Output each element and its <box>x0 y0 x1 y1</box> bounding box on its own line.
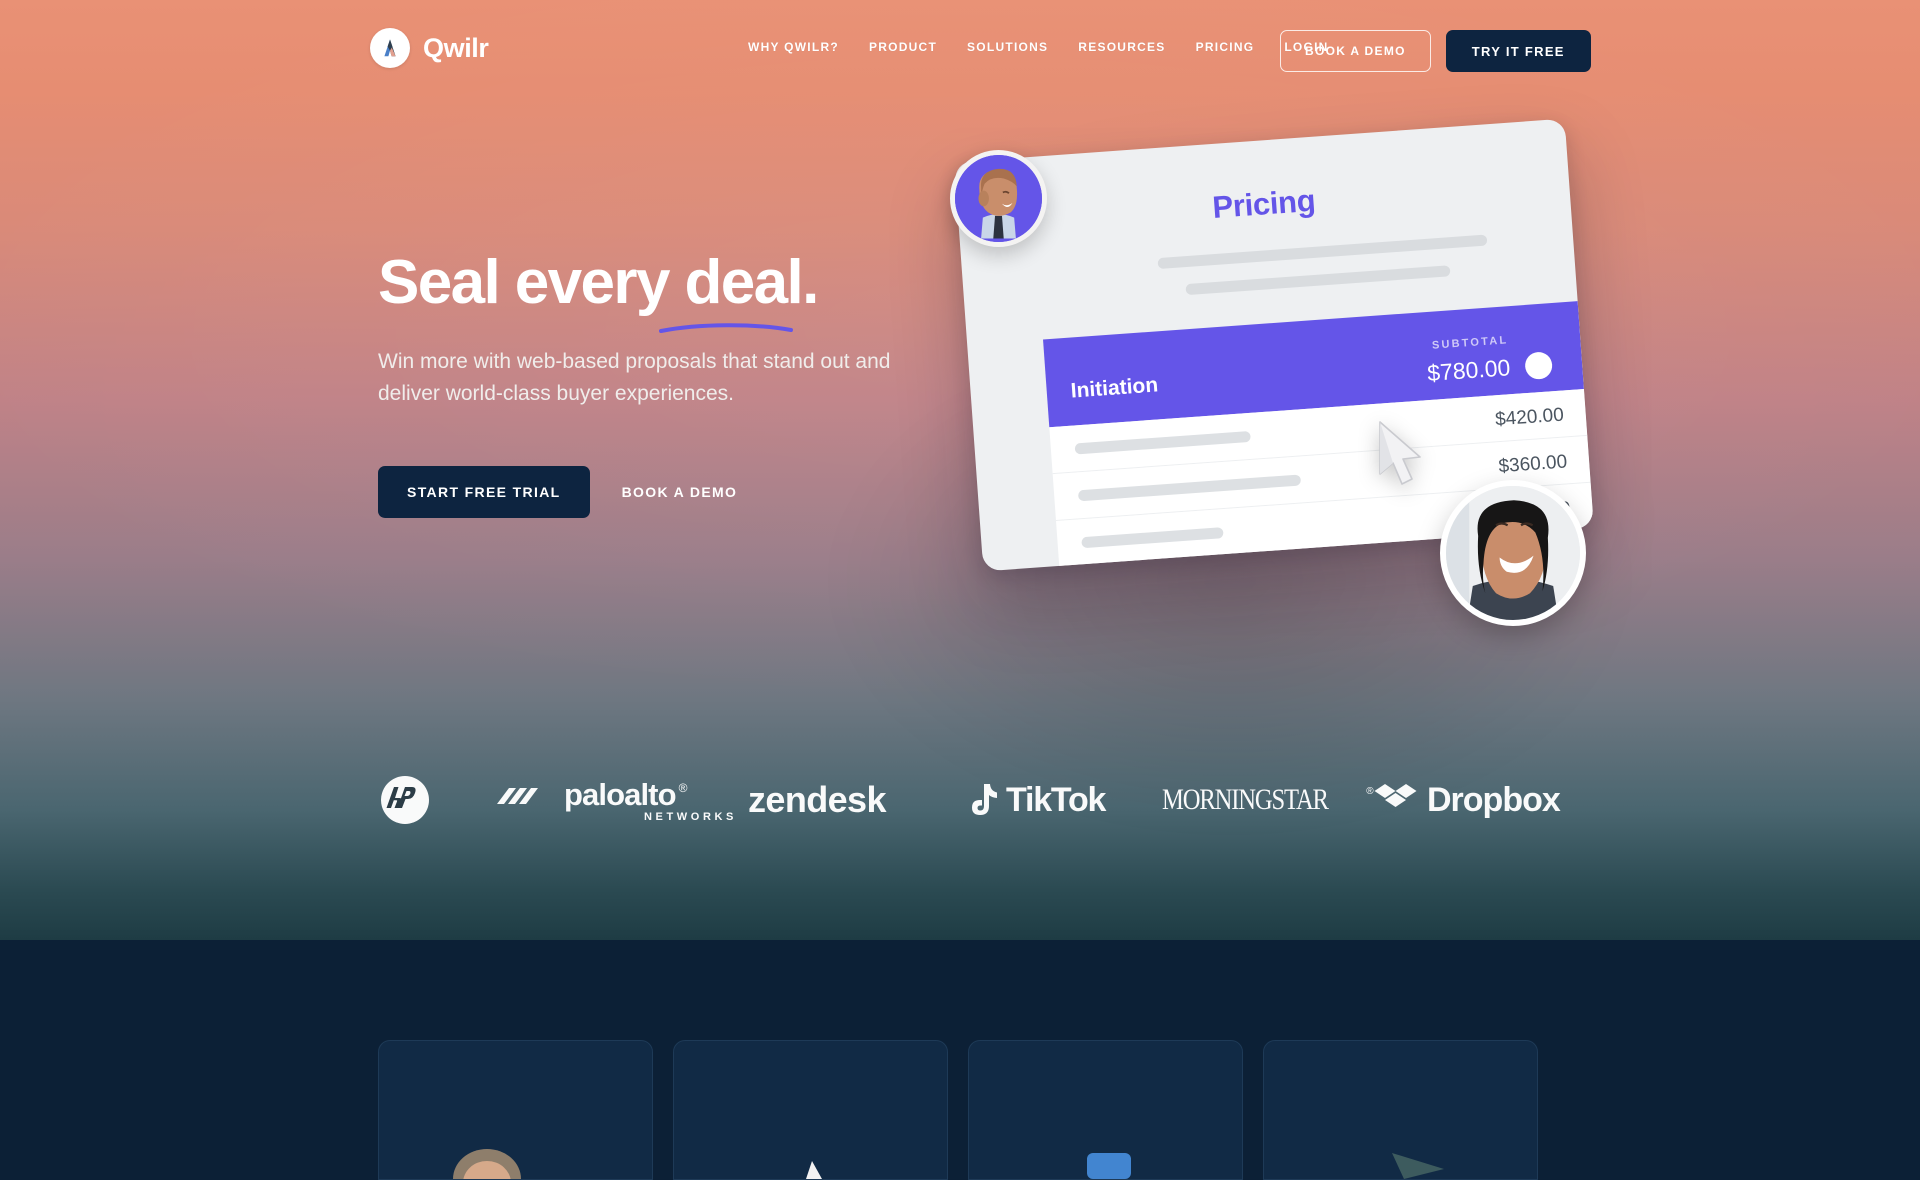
placeholder-line <box>1157 234 1488 270</box>
logo-morningstar: MORNINGSTAR ® <box>1162 740 1374 860</box>
teal-triangle <box>1392 1153 1444 1179</box>
brand-logo[interactable]: Qwilr <box>370 28 489 68</box>
subtotal-amount: $780.00 <box>1426 354 1512 387</box>
nav-actions: BOOK A DEMO TRY IT FREE <box>1280 30 1591 72</box>
person-photo <box>453 1149 521 1179</box>
palo-alto-mark-icon <box>497 788 538 804</box>
avatar <box>1440 480 1586 626</box>
logo-label: paloalto <box>564 777 677 812</box>
nav-links: WHY QWILR? PRODUCT SOLUTIONS RESOURCES P… <box>733 40 1344 54</box>
placeholder-line <box>1081 527 1224 549</box>
customer-logo-strip: paloalto ® NETWORKS zendesk TikTok MORNI… <box>0 740 1920 860</box>
start-free-trial-button[interactable]: START FREE TRIAL <box>378 465 590 518</box>
nav-link-solutions[interactable]: SOLUTIONS <box>952 40 1063 54</box>
pricing-plan-label: Initiation <box>1069 373 1159 403</box>
headline-underline-accent <box>659 323 793 333</box>
nav-link-pricing[interactable]: PRICING <box>1181 40 1270 54</box>
main-navigation: Qwilr WHY QWILR? PRODUCT SOLUTIONS RESOU… <box>0 0 1920 100</box>
placeholder-line <box>1077 474 1302 502</box>
registered-mark: ® <box>678 781 688 795</box>
logo-label: MORNINGSTAR <box>1162 783 1329 816</box>
feature-card-3[interactable] <box>968 1040 1243 1180</box>
book-a-demo-link-button[interactable]: BOOK A DEMO <box>598 466 762 518</box>
features-section <box>0 940 1920 1180</box>
logo-tiktok: TikTok <box>963 740 1106 860</box>
logo-label: zendesk <box>748 779 886 820</box>
feature-card-4[interactable] <box>1263 1040 1538 1180</box>
pricing-mockup: Pricing Initiation SUBTOTAL $780.00 $420… <box>950 118 1594 626</box>
feature-cards-row <box>378 1040 1538 1180</box>
tiktok-note-icon <box>972 784 997 815</box>
nav-link-resources[interactable]: RESOURCES <box>1063 40 1180 54</box>
row-amount: $360.00 <box>1497 451 1568 478</box>
logo-zendesk: zendesk <box>748 740 886 860</box>
book-demo-button[interactable]: BOOK A DEMO <box>1280 30 1431 72</box>
blue-block <box>1087 1153 1131 1179</box>
dropbox-box-icon <box>1374 784 1417 807</box>
hero-subheadline: Win more with web-based proposals that s… <box>378 349 891 406</box>
logo-dropbox: Dropbox <box>1374 740 1561 860</box>
try-it-free-button[interactable]: TRY IT FREE <box>1445 30 1591 72</box>
logo-sublabel: NETWORKS <box>644 811 737 823</box>
3d-cursor-pointer-icon <box>1379 421 1421 485</box>
logo-label: TikTok <box>1006 780 1106 819</box>
qwilr-mark-icon <box>370 28 410 68</box>
logo-label: Dropbox <box>1427 780 1561 819</box>
page-title: Seal every deal. <box>378 248 819 317</box>
brand-name: Qwilr <box>423 32 489 63</box>
white-shape <box>806 1161 822 1179</box>
logo-palo-alto-networks: paloalto ® NETWORKS <box>495 740 737 860</box>
nav-link-why-qwilr[interactable]: WHY QWILR? <box>733 40 854 54</box>
logo-hp <box>380 740 430 860</box>
hero-section: Qwilr WHY QWILR? PRODUCT SOLUTIONS RESOU… <box>0 0 1920 940</box>
nav-link-product[interactable]: PRODUCT <box>854 40 952 54</box>
row-amount: $420.00 <box>1494 404 1565 431</box>
hero-copy: Seal every deal. Win more with web-based… <box>378 250 998 518</box>
subtotal-caption: SUBTOTAL <box>1431 334 1509 352</box>
hp-logo-icon <box>381 776 429 824</box>
pricing-card-title: Pricing <box>1211 182 1317 225</box>
feature-card-1[interactable] <box>378 1040 653 1180</box>
avatar <box>950 150 1047 247</box>
hero-cta-group: START FREE TRIAL BOOK A DEMO <box>378 465 998 518</box>
feature-card-2[interactable] <box>673 1040 948 1180</box>
placeholder-line <box>1185 265 1451 296</box>
placeholder-line <box>1074 430 1251 455</box>
toggle-dot-icon[interactable] <box>1524 351 1554 381</box>
registered-mark: ® <box>1366 786 1374 797</box>
